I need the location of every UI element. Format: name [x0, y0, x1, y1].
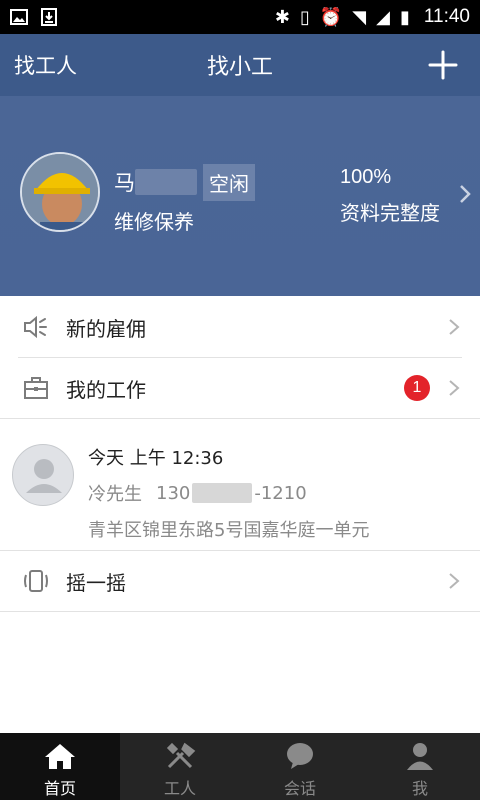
job-address: 青羊区锦里东路5号国嘉华庭一单元	[88, 520, 370, 541]
status-bar: ✱ ▯ ⏰ ◥ ◢ ▮ 11:40	[0, 0, 480, 34]
menu-label-my-work: 我的工作	[66, 377, 146, 402]
tab-me[interactable]: 我	[360, 733, 480, 800]
user-icon	[407, 743, 433, 770]
chevron-right-icon	[449, 380, 460, 396]
notification-badge: 1	[404, 375, 430, 401]
speaker-icon	[24, 315, 47, 339]
phone-prefix: 130	[156, 482, 191, 504]
divider	[0, 418, 480, 419]
add-icon[interactable]	[426, 48, 460, 82]
tab-chat[interactable]: 会话	[240, 733, 360, 800]
battery-icon: ▮	[399, 6, 410, 28]
contact-name: 冷先生	[88, 484, 142, 505]
briefcase-icon	[24, 377, 48, 399]
image-icon	[10, 9, 28, 25]
alarm-icon: ⏰	[319, 6, 343, 28]
job-contact: 冷先生 130 -1210	[88, 480, 307, 506]
chevron-right-icon	[449, 319, 460, 335]
worker-name: 马	[114, 171, 135, 195]
profile-name-row: 马 空闲	[114, 163, 255, 201]
phone-mask	[192, 483, 253, 503]
vibrate-icon: ▯	[299, 6, 310, 28]
chat-icon	[287, 743, 313, 769]
profile-panel[interactable]: 马 空闲 维修保养 100% 资料完整度	[0, 96, 480, 296]
job-time: 今天 上午 12:36	[88, 448, 224, 469]
name-mask	[135, 169, 197, 195]
worker-avatar	[20, 152, 100, 232]
signal-icon: ◢	[376, 6, 390, 28]
phone-suffix: -1210	[254, 482, 307, 504]
home-icon	[45, 744, 75, 769]
menu-label-shake: 摇一摇	[66, 570, 126, 595]
chevron-right-icon	[460, 185, 471, 203]
menu-row-new-hire[interactable]: 新的雇佣	[0, 297, 480, 357]
tools-icon	[166, 742, 196, 769]
tab-workers[interactable]: 工人	[120, 733, 240, 800]
tab-home[interactable]: 首页	[0, 733, 120, 800]
wifi-icon: ◥	[352, 6, 367, 28]
status-badge: 空闲	[203, 163, 255, 201]
tab-label-chat: 会话	[283, 779, 316, 798]
tab-label-workers: 工人	[163, 779, 196, 798]
status-left	[10, 8, 58, 26]
download-icon	[41, 8, 57, 26]
chevron-right-icon	[449, 573, 460, 589]
divider	[0, 611, 480, 612]
phone-shake-icon	[24, 570, 48, 592]
menu-label-new-hire: 新的雇佣	[66, 316, 146, 341]
completion-label: 资料完整度	[340, 201, 440, 225]
app-header: 找工人 找小工	[0, 34, 480, 96]
worker-job: 维修保养	[114, 210, 194, 234]
profile-completion: 100% 资料完整度	[340, 166, 440, 226]
bottom-nav: 首页 工人 会话 我	[0, 733, 480, 800]
completion-value: 100%	[340, 166, 392, 188]
find-workers-button[interactable]: 找工人	[14, 34, 77, 96]
job-card[interactable]: 今天 上午 12:36 冷先生 130 -1210 青羊区锦里东路5号国嘉华庭一…	[0, 420, 480, 550]
bluetooth-icon: ✱	[274, 6, 290, 28]
tab-label-home: 首页	[43, 779, 76, 798]
user-placeholder-icon	[26, 459, 62, 493]
status-right: ✱ ▯ ⏰ ◥ ◢ ▮ 11:40	[275, 6, 470, 28]
worker-photo-icon	[22, 154, 98, 230]
status-time: 11:40	[423, 6, 470, 27]
tab-label-me: 我	[411, 779, 428, 798]
client-avatar	[12, 444, 74, 506]
menu-row-my-work[interactable]: 我的工作 1	[0, 358, 480, 418]
menu-row-shake[interactable]: 摇一摇	[0, 551, 480, 611]
